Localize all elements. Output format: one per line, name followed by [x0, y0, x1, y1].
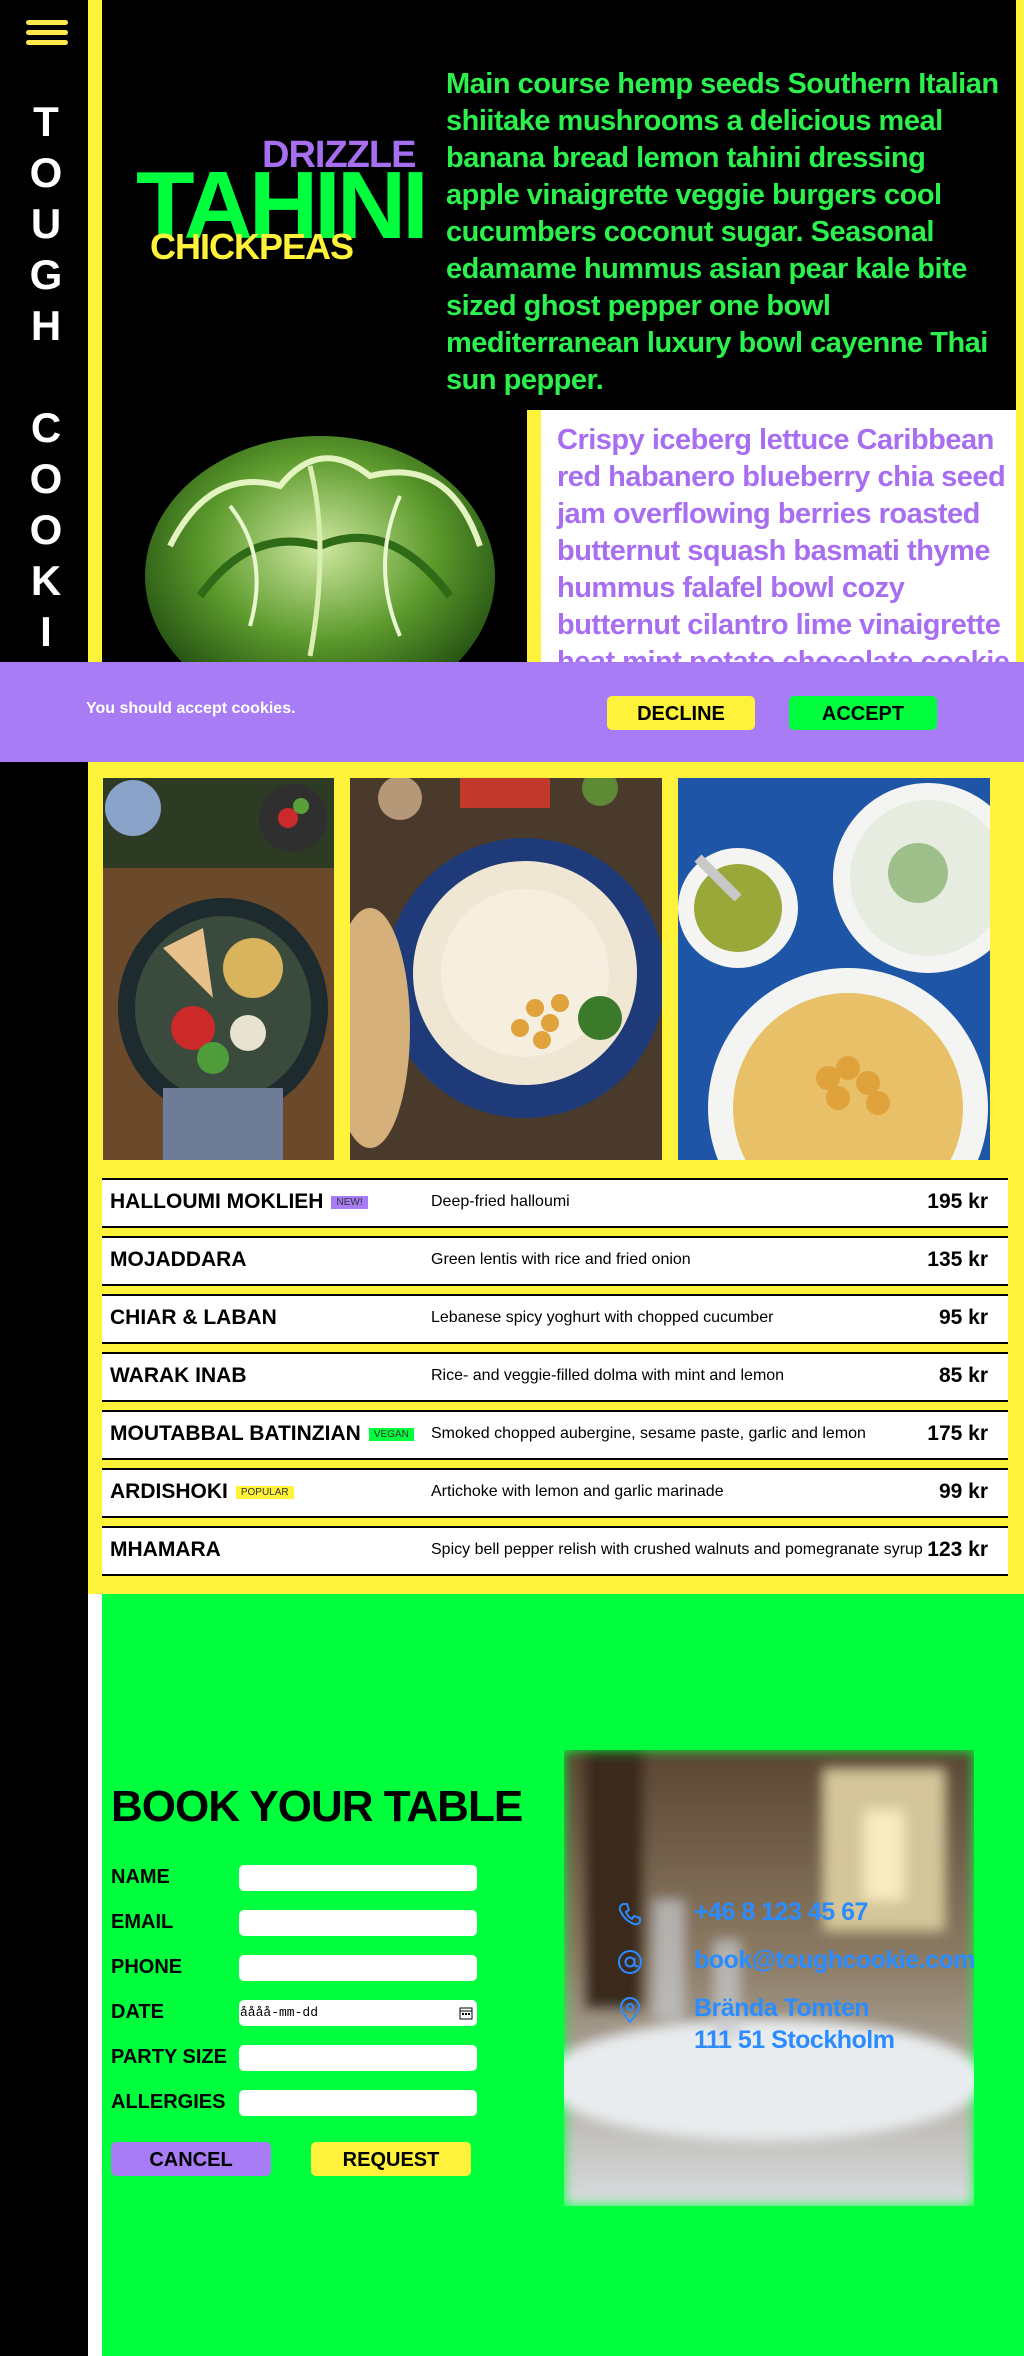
phone-label: PHONE	[111, 1956, 183, 1978]
hero-right-accent-bar	[1016, 0, 1024, 662]
date-placeholder: åååå-mm-dd	[240, 2005, 319, 2020]
dish-price: 135 kr	[927, 1248, 988, 1271]
dish-description: Lebanese spicy yoghurt with chopped cucu…	[431, 1309, 774, 1326]
dish-name: MOJADDARA	[110, 1248, 247, 1271]
menu-row[interactable]: ARDISHOKI POPULAR Artichoke with lemon an…	[102, 1468, 1008, 1518]
menu-row[interactable]: HALLOUMI MOKLIEH NEW! Deep-fried halloumi…	[102, 1178, 1008, 1228]
booking-section: BOOK YOUR TABLE NAME EMAIL PHONE DATE åå…	[102, 1594, 1024, 2356]
dish-description: Rice- and veggie-filled dolma with mint …	[431, 1367, 785, 1384]
dish-description: Deep-fried halloumi	[431, 1193, 570, 1210]
name-field[interactable]	[239, 1865, 477, 1891]
date-label: DATE	[111, 2001, 164, 2023]
party-size-label: PARTY SIZE	[111, 2046, 227, 2068]
cookie-banner: You should accept cookies. DECLINE ACCEP…	[0, 662, 1024, 762]
menu-row[interactable]: MHAMARA Spicy bell pepper relish with cr…	[102, 1526, 1008, 1576]
contact-email[interactable]: book@toughcookie.com	[694, 1946, 974, 1975]
allergies-field[interactable]	[239, 2090, 477, 2116]
allergies-label: ALLERGIES	[111, 2091, 226, 2113]
menu-icon[interactable]	[26, 20, 68, 50]
phone-icon	[618, 1903, 641, 1926]
new-badge: NEW!	[331, 1195, 368, 1209]
hummus-plate-photo	[350, 778, 662, 1160]
dish-description: Artichoke with lemon and garlic marinade	[431, 1483, 724, 1500]
cancel-button[interactable]: CANCEL	[111, 2142, 271, 2176]
popular-badge: POPULAR	[235, 1485, 294, 1499]
hero-intro-text: Main course hemp seeds Southern Italian …	[446, 68, 999, 396]
accept-cookies-button[interactable]: ACCEPT	[789, 696, 937, 730]
location-icon	[619, 1997, 641, 2024]
hero-side-text: Crispy iceberg lettuce Caribbean red hab…	[557, 424, 1010, 662]
contact-address-line2: 111 51 Stockholm	[694, 2026, 895, 2054]
lettuce-image	[145, 436, 495, 662]
party-size-field[interactable]	[239, 2045, 477, 2071]
dish-price: 85 kr	[938, 1364, 988, 1387]
dish-description: Green lentis with rice and fried onion	[431, 1251, 691, 1268]
dish-name: CHIAR & LABAN	[110, 1306, 277, 1329]
contact-card: +46 8 123 45 67 book@toughcookie.com Brä…	[564, 1750, 974, 2206]
request-button[interactable]: REQUEST	[311, 2142, 471, 2176]
dish-description: Smoked chopped aubergine, sesame paste, …	[431, 1425, 866, 1442]
logo-chickpeas-text: CHICKPEAS	[150, 226, 354, 267]
dish-name: HALLOUMI MOKLIEH NEW!	[110, 1190, 368, 1214]
contact-phone[interactable]: +46 8 123 45 67	[694, 1898, 868, 1927]
salad-bowl-photo	[103, 778, 334, 1160]
dish-name: MHAMARA	[110, 1538, 221, 1561]
email-label: EMAIL	[111, 1911, 174, 1933]
vegan-badge: VEGAN	[368, 1427, 414, 1441]
at-icon	[618, 1950, 642, 1974]
cookie-message: You should accept cookies.	[86, 700, 296, 717]
booking-title: BOOK YOUR TABLE	[111, 1782, 523, 1831]
dips-table-photo	[678, 778, 990, 1160]
sidebar: T O U G H C O O K I E	[0, 0, 102, 2356]
hero-section: DRIZZLE TAHINI CHICKPEAS Main course hem…	[102, 0, 1024, 662]
dish-name: WARAK INAB	[110, 1364, 247, 1387]
name-label: NAME	[111, 1866, 170, 1888]
decline-cookies-button[interactable]: DECLINE	[607, 696, 755, 730]
dish-price: 95 kr	[938, 1306, 988, 1329]
contact-address-line1: Brända Tomten	[694, 1994, 870, 2022]
calendar-icon[interactable]	[459, 2006, 473, 2020]
dish-price: 175 kr	[927, 1422, 988, 1445]
restaurant-interior-image	[564, 1750, 974, 2206]
menu-row[interactable]: MOUTABBAL BATINZIAN VEGAN Smoked chopped …	[102, 1410, 1008, 1460]
email-field[interactable]	[239, 1910, 477, 1936]
menu-row[interactable]: WARAK INAB Rice- and veggie-filled dolma…	[102, 1352, 1008, 1402]
dish-price: 99 kr	[938, 1480, 988, 1503]
menu-row[interactable]: CHIAR & LABAN Lebanese spicy yoghurt wit…	[102, 1294, 1008, 1344]
dish-price: 195 kr	[927, 1190, 988, 1213]
menu-row[interactable]: MOJADDARA Green lentis with rice and fri…	[102, 1236, 1008, 1286]
date-field[interactable]: åååå-mm-dd	[239, 2000, 477, 2026]
hero-side-panel: Crispy iceberg lettuce Caribbean red hab…	[527, 410, 1024, 662]
dish-name: ARDISHOKI POPULAR	[110, 1480, 294, 1504]
dish-price: 123 kr	[927, 1538, 988, 1561]
dish-name: MOUTABBAL BATINZIAN VEGAN	[110, 1422, 414, 1446]
vertical-brand-title: T O U G H C O O K I E	[29, 98, 63, 706]
dish-description: Spicy bell pepper relish with crushed wa…	[431, 1541, 923, 1558]
phone-field[interactable]	[239, 1955, 477, 1981]
